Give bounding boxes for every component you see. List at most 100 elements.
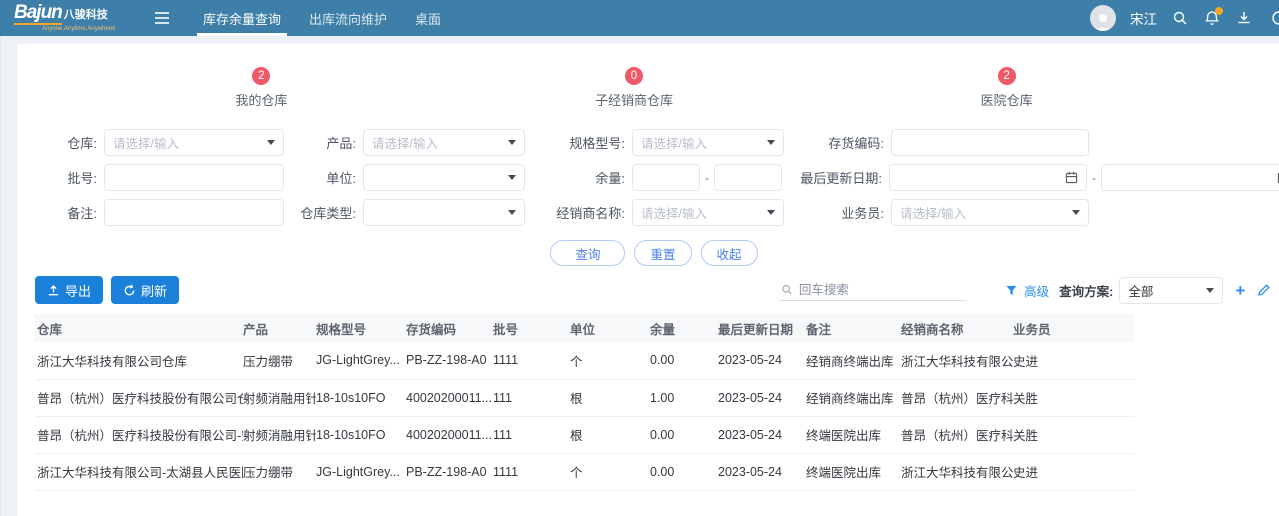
refresh-icon bbox=[123, 284, 136, 297]
select-placeholder: 请选择/输入 bbox=[900, 203, 966, 222]
select-placeholder: 请选择/输入 bbox=[113, 133, 179, 152]
batch-input[interactable] bbox=[104, 164, 284, 191]
select-placeholder: 请选择/输入 bbox=[641, 133, 707, 152]
stat-my-warehouse[interactable]: 2 我的仓库 bbox=[75, 66, 448, 109]
cell-dealer: 普昂（杭州）医疗科技... bbox=[901, 416, 1013, 453]
col-spec[interactable]: 规格型号 bbox=[316, 314, 406, 342]
query-button[interactable]: 查询 bbox=[550, 240, 625, 266]
cell-remark: 经销商终端出库 bbox=[806, 342, 901, 379]
refresh-button[interactable]: 刷新 bbox=[111, 276, 179, 304]
col-warehouse[interactable]: 仓库 bbox=[35, 314, 243, 342]
col-stock-code[interactable]: 存货编码 bbox=[406, 314, 493, 342]
filter-label: 单位: bbox=[298, 168, 356, 187]
filter-label: 经销商名称: bbox=[539, 203, 625, 222]
tab-inventory-balance-query[interactable]: 库存余量查询 bbox=[189, 0, 295, 36]
col-batch[interactable]: 批号 bbox=[493, 314, 570, 342]
add-scheme-icon[interactable]: + bbox=[1235, 282, 1245, 299]
edit-scheme-icon[interactable] bbox=[1257, 283, 1271, 297]
tab-desktop[interactable]: 桌面 bbox=[401, 0, 455, 36]
cell-balance: 0.00 bbox=[650, 453, 718, 490]
balance-min-input[interactable] bbox=[632, 164, 700, 191]
top-navbar: Bajun 八骏科技 Anyone,Anytime,Anywhere! 库存余量… bbox=[0, 0, 1279, 36]
filter-dealer: 经销商名称: 请选择/输入 bbox=[539, 199, 784, 226]
select-placeholder: 请选择/输入 bbox=[372, 133, 438, 152]
avatar[interactable] bbox=[1090, 5, 1116, 31]
table-row[interactable]: 普昂（杭州）医疗科技股份有限公司仓库 射频消融用针... 18-10s10FO … bbox=[35, 379, 1135, 416]
remark-input[interactable] bbox=[104, 199, 284, 226]
product-select[interactable]: 请选择/输入 bbox=[363, 129, 525, 156]
stat-sub-dealer-warehouse[interactable]: 0 子经销商仓库 bbox=[448, 66, 821, 109]
table-row[interactable]: 浙江大华科技有限公司-太湖县人民医院... 压力绷带 JG-LightGrey.… bbox=[35, 453, 1135, 490]
cell-salesman: 史进 bbox=[1013, 453, 1135, 490]
search-icon[interactable] bbox=[1171, 9, 1189, 27]
date-to-picker[interactable] bbox=[1101, 164, 1279, 191]
power-icon[interactable] bbox=[1267, 9, 1279, 27]
select-placeholder: 请选择/输入 bbox=[641, 203, 707, 222]
cell-dealer: 浙江大华科技有限公司 bbox=[901, 342, 1013, 379]
hamburger-menu-icon[interactable] bbox=[145, 0, 179, 36]
warehouse-type-select[interactable] bbox=[363, 199, 525, 226]
notification-dot bbox=[1215, 7, 1223, 15]
spec-select[interactable]: 请选择/输入 bbox=[632, 129, 784, 156]
col-dealer[interactable]: 经销商名称 bbox=[901, 314, 1013, 342]
tab-outbound-flow[interactable]: 出库流向维护 bbox=[295, 0, 401, 36]
filter-label: 备注: bbox=[35, 203, 97, 222]
cell-spec: 18-10s10FO bbox=[316, 416, 406, 453]
export-button[interactable]: 导出 bbox=[35, 276, 103, 304]
cell-salesman: 关胜 bbox=[1013, 416, 1135, 453]
table-header-row: 仓库 产品 规格型号 存货编码 批号 单位 余量 最后更新日期 备注 经销商名称… bbox=[35, 314, 1135, 342]
bell-icon[interactable] bbox=[1203, 9, 1221, 27]
balance-max-input[interactable] bbox=[714, 164, 782, 191]
cell-remark: 终端医院出库 bbox=[806, 416, 901, 453]
user-name[interactable]: 宋江 bbox=[1130, 8, 1157, 28]
cell-stock-code: 40020200011... bbox=[406, 416, 493, 453]
inventory-table: 仓库 产品 规格型号 存货编码 批号 单位 余量 最后更新日期 备注 经销商名称… bbox=[35, 314, 1135, 491]
filter-label: 余量: bbox=[539, 168, 625, 187]
cell-last-update: 2023-05-24 bbox=[718, 416, 806, 453]
button-label: 刷新 bbox=[141, 281, 167, 300]
salesman-select[interactable]: 请选择/输入 bbox=[891, 199, 1089, 226]
filter-label: 产品: bbox=[298, 133, 356, 152]
quick-search-input[interactable] bbox=[799, 283, 965, 297]
warehouse-select[interactable]: 请选择/输入 bbox=[104, 129, 284, 156]
reset-button[interactable]: 重置 bbox=[634, 240, 691, 266]
filter-last-update: 最后更新日期: - bbox=[796, 164, 1279, 191]
cell-product: 射频消融用针... bbox=[243, 416, 316, 453]
chevron-down-icon bbox=[508, 140, 516, 145]
col-salesman[interactable]: 业务员 bbox=[1013, 314, 1135, 342]
stock-code-input[interactable] bbox=[891, 129, 1089, 156]
cell-product: 压力绷带 bbox=[243, 453, 316, 490]
filter-funnel-icon[interactable] bbox=[1005, 284, 1018, 297]
collapse-button[interactable]: 收起 bbox=[701, 240, 758, 266]
filter-spec: 规格型号: 请选择/输入 bbox=[539, 129, 784, 156]
date-from-picker[interactable] bbox=[889, 164, 1087, 191]
cell-batch: 1111 bbox=[493, 453, 570, 490]
col-balance[interactable]: 余量 bbox=[650, 314, 718, 342]
col-unit[interactable]: 单位 bbox=[570, 314, 650, 342]
calendar-icon bbox=[1065, 171, 1078, 184]
table-row[interactable]: 普昂（杭州）医疗科技股份有限公司-安... 射频消融用针... 18-10s10… bbox=[35, 416, 1135, 453]
count-badge: 2 bbox=[252, 67, 270, 85]
col-product[interactable]: 产品 bbox=[243, 314, 316, 342]
stat-hospital-warehouse[interactable]: 2 医院仓库 bbox=[820, 66, 1193, 109]
main-content: 2 我的仓库 0 子经销商仓库 2 医院仓库 仓库: bbox=[1, 36, 1279, 516]
button-label: 导出 bbox=[65, 281, 91, 300]
app-logo[interactable]: Bajun 八骏科技 Anyone,Anytime,Anywhere! bbox=[0, 0, 145, 36]
scheme-select[interactable]: 全部 bbox=[1119, 277, 1223, 304]
table-row[interactable]: 浙江大华科技有限公司仓库 压力绷带 JG-LightGrey... PB-ZZ-… bbox=[35, 342, 1135, 379]
count-badge: 0 bbox=[625, 67, 643, 85]
download-icon[interactable] bbox=[1235, 9, 1253, 27]
cell-stock-code: PB-ZZ-198-A0 bbox=[406, 342, 493, 379]
filter-balance: 余量: - bbox=[539, 164, 782, 191]
unit-select[interactable] bbox=[363, 164, 525, 191]
cell-last-update: 2023-05-24 bbox=[718, 342, 806, 379]
cell-warehouse: 普昂（杭州）医疗科技股份有限公司仓库 bbox=[35, 379, 243, 416]
advanced-link[interactable]: 高级 bbox=[1024, 281, 1049, 300]
cell-balance: 0.00 bbox=[650, 416, 718, 453]
cell-unit: 个 bbox=[570, 342, 650, 379]
col-last-update[interactable]: 最后更新日期 bbox=[718, 314, 806, 342]
col-remark[interactable]: 备注 bbox=[806, 314, 901, 342]
count-badge: 2 bbox=[998, 67, 1016, 85]
dealer-select[interactable]: 请选择/输入 bbox=[632, 199, 784, 226]
chevron-down-icon bbox=[1072, 210, 1080, 215]
